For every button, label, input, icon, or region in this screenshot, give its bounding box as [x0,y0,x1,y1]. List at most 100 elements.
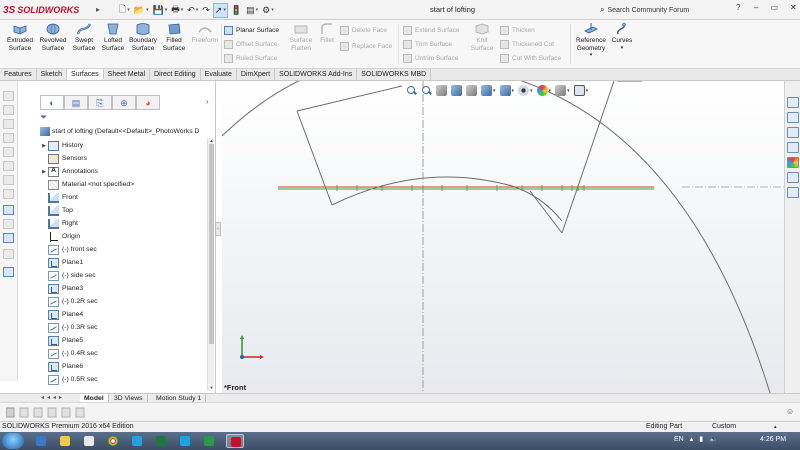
help-chat-icon[interactable]: ☺ [786,407,794,416]
expand-arrow-icon[interactable]: ▶ [40,143,48,149]
curves-button[interactable]: Curves ▾ [610,22,634,52]
zoom-to-area-icon[interactable] [421,85,432,96]
tree-scrollbar[interactable]: ▲ ▼ [207,138,214,391]
close-icon[interactable]: ✕ [790,3,797,12]
taskbar-app[interactable] [104,434,122,448]
property-manager-icon[interactable]: ▤ [64,95,88,110]
scrollbar-thumb[interactable] [209,144,214,344]
expand-arrow-icon[interactable]: ▶ [40,169,48,175]
tool-icon[interactable] [3,147,14,157]
tree-item[interactable]: Plane6 [40,360,208,373]
tab-solidworks-mbd[interactable]: SOLIDWORKS MBD [357,69,432,80]
tool-icon[interactable] [3,91,14,101]
clock[interactable]: 4:26 PM [760,436,786,443]
save-icon[interactable]: 💾 ▾ [152,3,169,18]
tree-item[interactable]: Plane4 [40,308,208,321]
help-icon[interactable]: ? [736,3,740,12]
section-view-icon[interactable] [451,85,462,96]
tree-item[interactable]: Sensors [40,152,208,165]
minimize-icon[interactable]: – [754,3,758,12]
replace-face-button[interactable]: Replace Face [340,40,392,52]
ruled-surface-button[interactable]: Ruled Surface [224,52,277,64]
resources-icon[interactable] [787,112,799,123]
tree-item[interactable]: (-) front sec [40,243,208,256]
tray-chevron-icon[interactable]: ▴ [690,435,694,443]
tree-item[interactable]: Right [40,217,208,230]
tab-navigation-arrows[interactable]: ◂◂◂▸ [41,394,65,401]
tab-surfaces[interactable]: Surfaces [67,69,104,80]
tab-sketch[interactable]: Sketch [37,69,68,80]
home-icon[interactable] [787,97,799,108]
tree-item[interactable]: Top [40,204,208,217]
fillet-button[interactable]: Fillet [316,22,338,45]
view-settings-icon[interactable] [573,85,585,96]
solidworks-logo[interactable]: 3S SOLIDWORKS [3,3,79,17]
dimxpert-manager-icon[interactable]: ⊕ [112,95,136,110]
taskbar-app[interactable] [176,434,194,448]
tree-root-part[interactable]: start of lofting (Default<<Default>_Phot… [40,127,210,136]
tab-solidworks-add-ins[interactable]: SOLIDWORKS Add-Ins [275,69,358,80]
chevron-down-icon[interactable]: ▾ [530,88,533,94]
extend-surface-button[interactable]: Extend Surface [403,24,459,36]
thicken-button[interactable]: Thicken [500,24,535,36]
tree-item[interactable]: (-) 0.5R sec [40,373,208,386]
language-indicator[interactable]: EN [674,436,684,443]
tool-icon[interactable] [3,105,14,115]
file-properties-icon[interactable]: ▤ ▾ [245,3,259,18]
lofted-surface-button[interactable]: Lofted Surface [99,22,127,52]
unit-system-select[interactable]: Custom [712,422,736,432]
taskbar-app[interactable] [200,434,218,448]
trim-surface-button[interactable]: Trim Surface [403,38,452,50]
tool-icon[interactable] [3,119,14,129]
edit-appearance-icon[interactable] [536,85,548,96]
taskbar-app-solidworks[interactable] [226,434,244,448]
scroll-down-icon[interactable]: ▼ [208,385,215,391]
tool-icon[interactable] [3,233,14,243]
panel-collapse-handle[interactable]: ‹ [215,222,221,236]
zoom-to-fit-icon[interactable] [406,85,417,96]
filled-surface-button[interactable]: Filled Surface [160,22,188,52]
tree-item[interactable]: Plane3 [40,282,208,295]
display-manager-icon[interactable]: ◕ [136,95,160,110]
filter-icon[interactable]: ⏷ [40,112,47,123]
chevron-up-icon[interactable]: ▴ [774,422,777,432]
tree-item[interactable]: ▶ Annotations [40,165,208,178]
file-explorer-icon[interactable] [787,142,799,153]
tree-item[interactable]: Plane5 [40,334,208,347]
tab-evaluate[interactable]: Evaluate [201,69,237,80]
freeform-button[interactable]: Freeform [190,22,220,45]
delete-face-button[interactable]: Delete Face [340,24,387,36]
volume-icon[interactable]: 🔈 [709,435,718,443]
menu-expand-arrow[interactable]: ▸ [94,2,102,18]
network-icon[interactable]: ▮ [699,435,703,443]
tree-item[interactable]: Plane1 [40,256,208,269]
redo-icon[interactable]: ↷ [201,3,211,18]
chevron-right-icon[interactable]: › [206,97,209,106]
tab-features[interactable]: Features [0,69,37,80]
taskbar-app[interactable] [32,434,50,448]
knit-surface-button[interactable]: Knit Surface [469,22,495,52]
rebuild-icon[interactable]: 🚦 [230,3,243,18]
design-library-icon[interactable] [787,127,799,138]
tool-icon[interactable] [3,133,14,143]
search-box[interactable]: ⌕ Search Community Forum [600,4,732,16]
tool-icon[interactable] [3,205,14,215]
cut-with-surface-button[interactable]: Cut With Surface [500,52,561,64]
custom-properties-icon[interactable] [787,172,799,183]
undo-icon[interactable]: ↶ ▾ [186,3,199,18]
tree-item[interactable]: (-) side sec [40,269,208,282]
boundary-surface-button[interactable]: Boundary Surface [128,22,158,52]
tree-item[interactable]: Material <not specified> [40,178,208,191]
options-gear-icon[interactable]: ⚙ ▾ [261,3,275,18]
previous-view-icon[interactable] [436,85,447,96]
revolved-surface-button[interactable]: Revolved Surface [37,22,69,52]
taskbar-app[interactable] [56,434,74,448]
tree-item[interactable]: (-) 0.3R sec [40,321,208,334]
tab-sheet-metal[interactable]: Sheet Metal [104,69,151,80]
view-orientation-icon[interactable] [481,85,492,96]
tool-icon[interactable] [3,175,14,185]
tab-direct-editing[interactable]: Direct Editing [150,69,201,80]
open-icon[interactable]: 📂 ▾ [133,3,150,18]
start-button[interactable] [2,433,24,449]
tree-item[interactable]: Front [40,191,208,204]
